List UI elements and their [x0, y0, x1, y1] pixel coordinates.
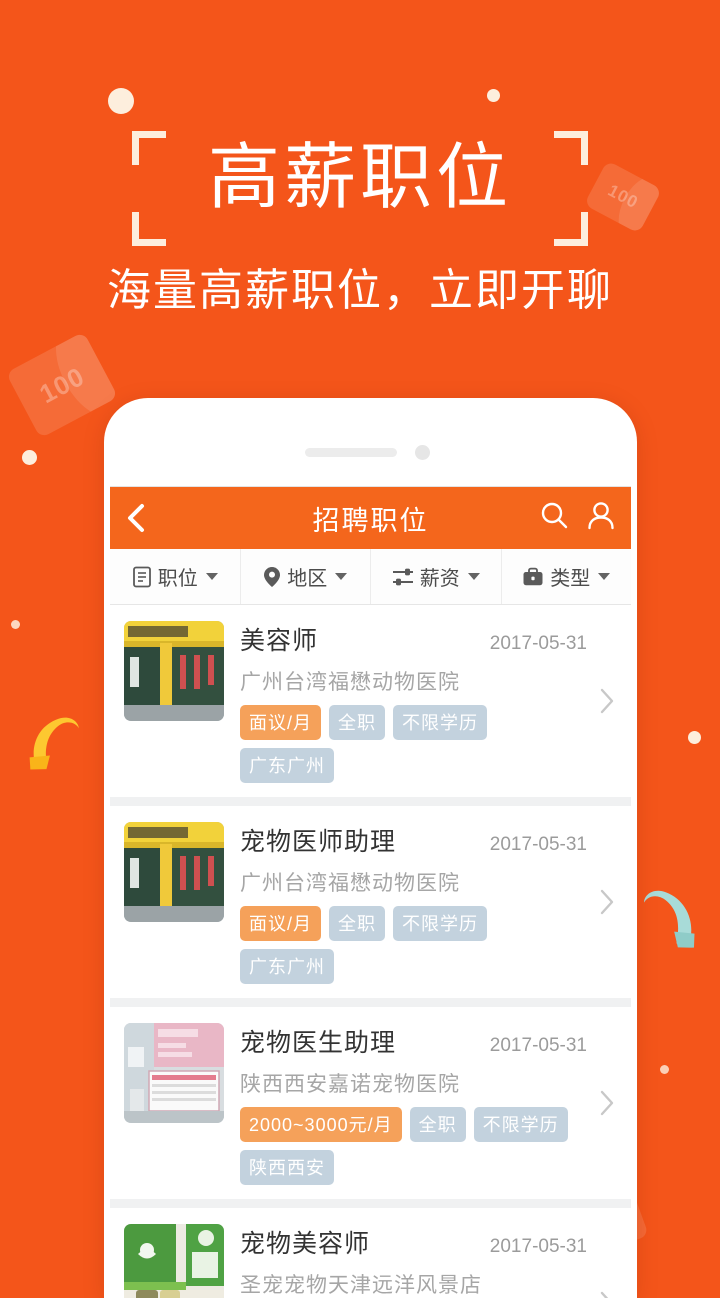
phone-camera: [414, 445, 430, 460]
tag-education: 不限学历: [473, 1107, 568, 1142]
tag-education: 不限学历: [393, 906, 488, 941]
chevron-down-icon: [598, 573, 611, 580]
vet-clinic-photo: [124, 621, 224, 721]
search-button[interactable]: [540, 501, 569, 535]
tag-salary: 面议/月: [240, 705, 322, 740]
tag-job-type: 全职: [329, 705, 386, 740]
phone-speaker: [304, 448, 397, 457]
ribbon-yellow-icon: [22, 697, 89, 775]
tag-location: 广东广州: [240, 748, 334, 783]
tag-job-type: 全职: [409, 1107, 466, 1142]
chevron-right-icon: [600, 688, 614, 714]
job-company: 广州台湾福懋动物医院: [240, 872, 460, 895]
profile-button[interactable]: [587, 501, 615, 535]
decor-dot: [108, 88, 134, 114]
phone-mockup: 招聘职位 职位 地区 薪资 类型 美容师 2017-05-31 广州台湾福懋动物…: [104, 398, 637, 1298]
tag-location: 广东广州: [240, 949, 334, 984]
job-date: 2017-05-31: [489, 633, 587, 654]
job-thumbnail: [124, 621, 224, 721]
tag-salary: 面议/月: [240, 906, 322, 941]
clinic-interior-photo: [124, 1023, 224, 1123]
chevron-down-icon: [467, 573, 480, 580]
job-tags: 2000~3000元/月 全职 不限学历 陕西西安: [240, 1107, 587, 1185]
back-button[interactable]: [126, 503, 156, 533]
job-title: 宠物医生助理: [240, 1029, 397, 1057]
pet-shop-photo: [124, 1224, 224, 1298]
decor-dot: [11, 620, 20, 629]
promo-subheadline: 海量高薪职位，立即开聊: [107, 266, 613, 315]
document-icon: [132, 566, 151, 587]
job-thumbnail: [124, 1224, 224, 1298]
promo-headline: 高薪职位: [207, 138, 512, 218]
job-list-item[interactable]: 宠物美容师 2017-05-31 圣宠宠物天津远洋风景店 面议/月 全职 不限学…: [110, 1208, 631, 1298]
decor-dot: [688, 731, 701, 744]
job-thumbnail: [124, 1023, 224, 1123]
filter-label: 职位: [157, 568, 198, 590]
job-company: 圣宠宠物天津远洋风景店: [240, 1274, 482, 1297]
job-tags: 面议/月 全职 不限学历 广东广州: [240, 705, 587, 783]
filter-bar: 职位 地区 薪资 类型: [110, 549, 631, 605]
chevron-left-icon: [128, 504, 144, 532]
job-tags: 面议/月 全职 不限学历 广东广州: [240, 906, 587, 984]
tag-job-type: 全职: [329, 906, 386, 941]
person-icon: [588, 502, 614, 530]
filter-position[interactable]: 职位: [110, 549, 241, 604]
phone-screen: 招聘职位 职位 地区 薪资 类型 美容师 2017-05-31 广州台湾福懋动物…: [110, 486, 631, 1298]
chevron-right-icon: [600, 1090, 614, 1116]
job-date: 2017-05-31: [489, 1236, 587, 1257]
briefcase-icon: [523, 567, 543, 585]
job-list-item[interactable]: 美容师 2017-05-31 广州台湾福懋动物医院 面议/月 全职 不限学历 广…: [110, 605, 631, 806]
chevron-down-icon: [335, 573, 348, 580]
filter-type[interactable]: 类型: [502, 549, 632, 604]
tag-salary: 2000~3000元/月: [240, 1107, 402, 1142]
tag-location: 陕西西安: [240, 1150, 334, 1185]
job-company: 广州台湾福懋动物医院: [240, 671, 460, 694]
filter-label: 地区: [287, 568, 328, 590]
location-pin-icon: [264, 566, 281, 587]
job-title: 宠物美容师: [240, 1230, 371, 1258]
chevron-down-icon: [205, 573, 218, 580]
job-list-item[interactable]: 宠物医生助理 2017-05-31 陕西西安嘉诺宠物医院 2000~3000元/…: [110, 1007, 631, 1208]
search-icon: [541, 502, 568, 529]
coupon-decor: 100: [5, 331, 119, 439]
app-bar: 招聘职位: [110, 487, 631, 549]
job-title: 宠物医师助理: [240, 828, 397, 856]
job-date: 2017-05-31: [489, 834, 587, 855]
job-list-item[interactable]: 宠物医师助理 2017-05-31 广州台湾福懋动物医院 面议/月 全职 不限学…: [110, 806, 631, 1007]
decor-dot: [487, 89, 500, 102]
filter-label: 类型: [550, 568, 591, 590]
chevron-right-icon: [600, 889, 614, 915]
phone-bezel-top: [104, 398, 637, 486]
tag-education: 不限学历: [393, 705, 488, 740]
job-thumbnail: [124, 822, 224, 922]
filter-salary[interactable]: 薪资: [371, 549, 502, 604]
job-date: 2017-05-31: [489, 1035, 587, 1056]
decor-dot: [660, 1065, 669, 1074]
filter-label: 薪资: [419, 568, 460, 590]
ribbon-cyan-icon: [636, 869, 704, 953]
sliders-icon: [392, 568, 413, 585]
vet-clinic-photo: [124, 822, 224, 922]
job-company: 陕西西安嘉诺宠物医院: [240, 1073, 460, 1096]
filter-region[interactable]: 地区: [241, 549, 371, 604]
decor-dot: [22, 450, 37, 465]
job-title: 美容师: [240, 627, 319, 655]
chevron-right-icon: [600, 1291, 609, 1298]
job-list: 美容师 2017-05-31 广州台湾福懋动物医院 面议/月 全职 不限学历 广…: [110, 605, 631, 1298]
